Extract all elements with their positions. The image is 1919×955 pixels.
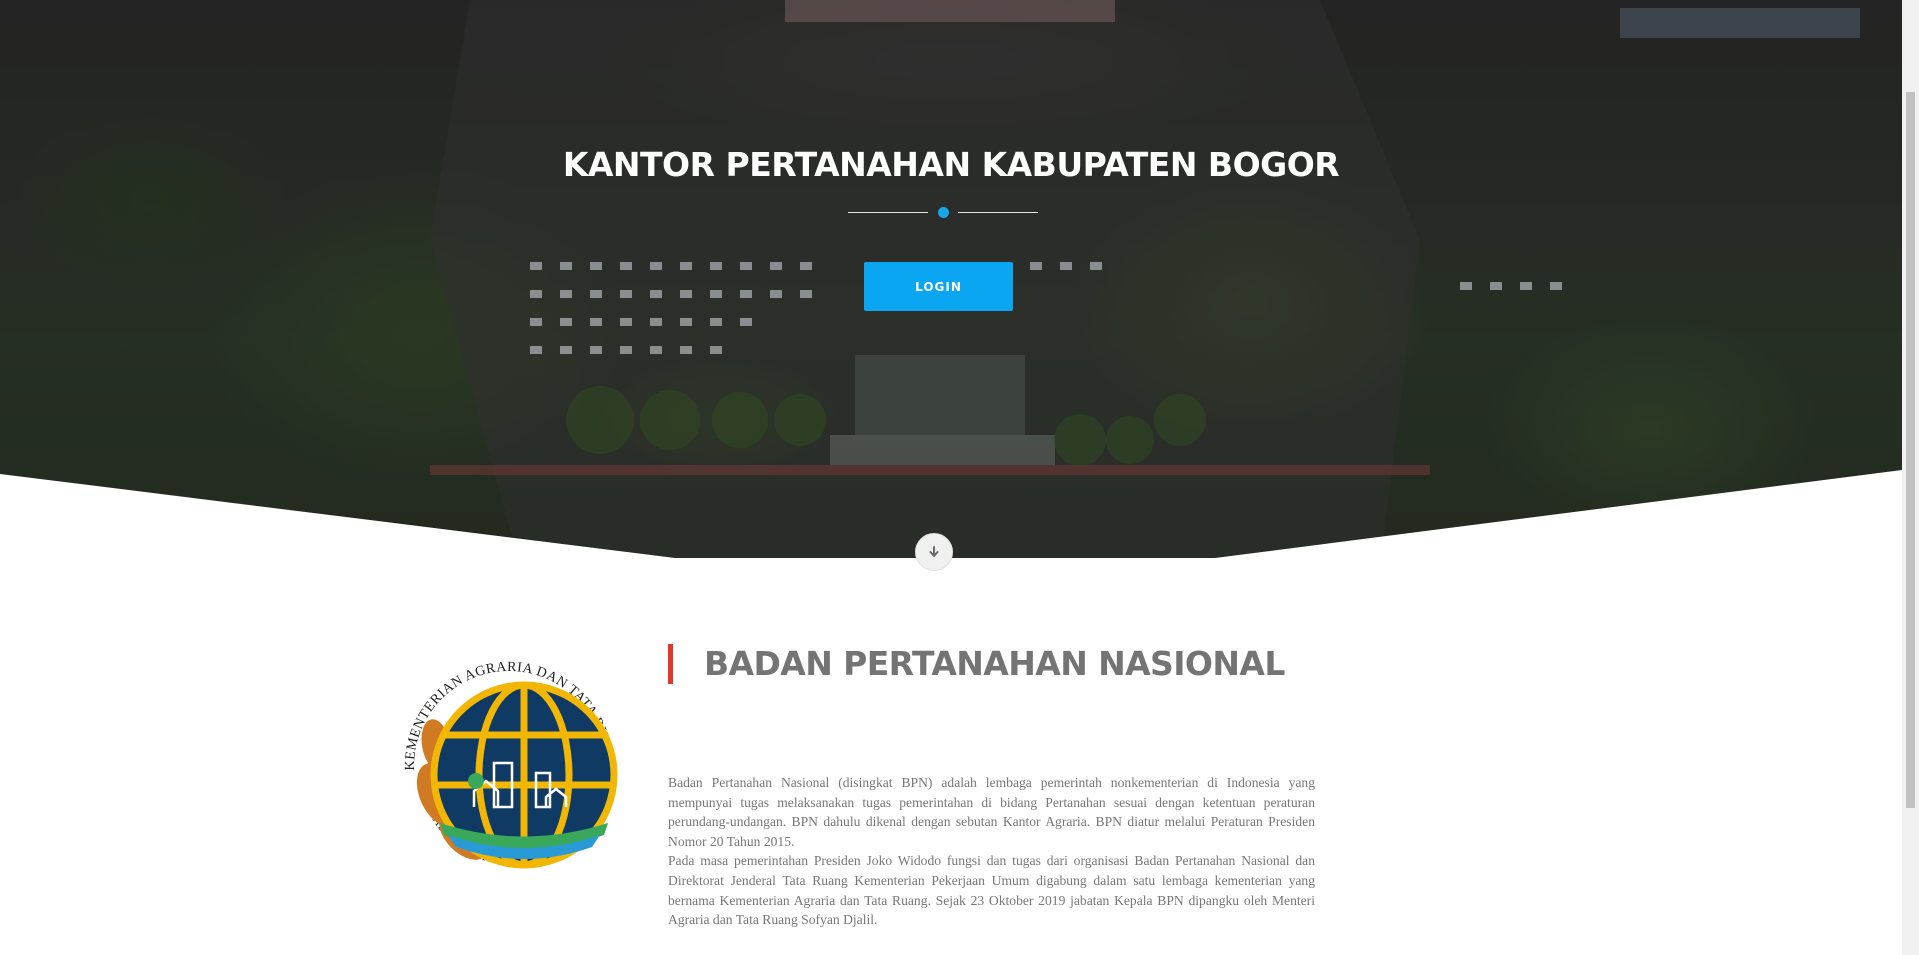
divider-line-right: [958, 212, 1038, 213]
arrow-down-icon: [929, 546, 939, 557]
vertical-scrollbar[interactable]: [1902, 0, 1919, 955]
scroll-down-button[interactable]: [915, 533, 953, 571]
hero-title: KANTOR PERTANAHAN KABUPATEN BOGOR: [562, 145, 1340, 184]
about-paragraph: Pada masa pemerintahan Presiden Joko Wid…: [668, 853, 1315, 928]
about-title: BADAN PERTANAHAN NASIONAL: [704, 644, 1285, 683]
about-description: Badan Pertanahan Nasional (disingkat BPN…: [668, 773, 1315, 930]
divider-line-left: [848, 212, 928, 213]
title-divider: [848, 206, 1038, 220]
bpn-logo: KEMENTERIAN AGRARIA DAN TATA RUANG BADAN…: [403, 660, 618, 869]
divider-dot: [938, 207, 949, 218]
title-accent-bar: [668, 644, 673, 684]
hero-section: KANTOR PERTANAHAN KABUPATEN BOGOR LOGIN: [0, 0, 1902, 565]
scrollbar-thumb[interactable]: [1906, 92, 1915, 808]
about-paragraph: Badan Pertanahan Nasional (disingkat BPN…: [668, 775, 1315, 849]
page: KANTOR PERTANAHAN KABUPATEN BOGOR LOGIN …: [0, 0, 1902, 955]
login-button[interactable]: LOGIN: [864, 262, 1013, 311]
